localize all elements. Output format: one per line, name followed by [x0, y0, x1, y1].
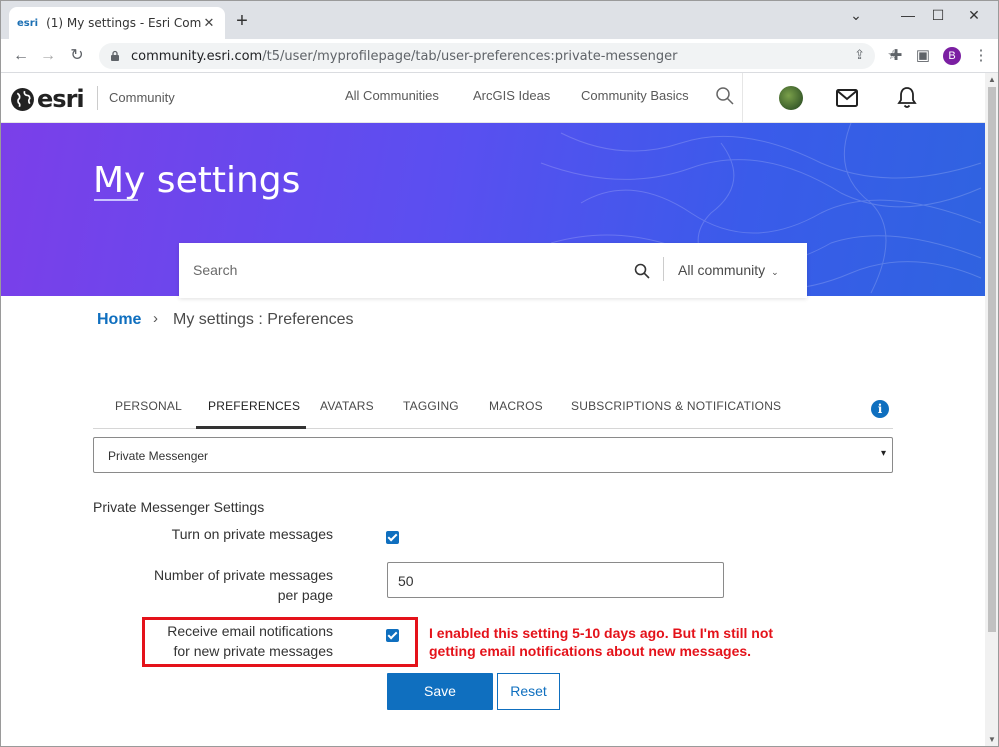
page-scrollbar[interactable]: ▲ ▼ — [985, 73, 998, 746]
browser-toolbar: ← → ↻ community.esri.com/t5/user/myprofi… — [1, 39, 998, 73]
reset-button[interactable]: Reset — [497, 673, 560, 710]
settings-tabs: PERSONAL PREFERENCES AVATARS TAGGING MAC… — [93, 391, 893, 429]
search-icon[interactable] — [634, 263, 650, 279]
page-title: My settings — [93, 160, 301, 201]
annotation-line1: I enabled this setting 5-10 days ago. Bu… — [429, 625, 774, 641]
tab-search-chevron-icon[interactable]: ⌄ — [841, 5, 871, 25]
per-page-label-line1: Number of private messages — [154, 567, 333, 583]
scroll-up-icon[interactable]: ▲ — [987, 75, 997, 84]
logo-divider — [97, 86, 98, 110]
minimize-icon[interactable]: — — [893, 5, 923, 25]
info-icon[interactable]: i — [871, 400, 889, 418]
tab-preferences[interactable]: PREFERENCES — [208, 399, 300, 413]
esri-logo[interactable]: esri — [10, 85, 85, 113]
save-button[interactable]: Save — [387, 673, 493, 710]
nav-arcgis-ideas[interactable]: ArcGIS Ideas — [473, 88, 550, 103]
search-input[interactable]: Search — [193, 262, 237, 278]
tab-title: (1) My settings - Esri Community — [46, 16, 201, 30]
tab-personal[interactable]: PERSONAL — [115, 399, 182, 413]
side-panel-icon[interactable]: ▣ — [913, 46, 933, 66]
tab-subscriptions-notifications[interactable]: SUBSCRIPTIONS & NOTIFICATIONS — [571, 399, 781, 413]
browser-tab[interactable]: esri (1) My settings - Esri Community ✕ — [9, 7, 225, 39]
esri-favicon-icon: esri — [17, 17, 39, 29]
select-value: Private Messenger — [108, 449, 209, 463]
tab-macros[interactable]: MACROS — [489, 399, 543, 413]
search-scope-dropdown[interactable]: All community ⌄ — [678, 262, 779, 278]
url-host: community.esri.com — [131, 48, 263, 64]
lock-icon — [111, 50, 119, 61]
extensions-icon[interactable]: ✚ — [886, 46, 906, 66]
scroll-down-icon[interactable]: ▼ — [987, 735, 997, 744]
per-page-label: Number of private messages per page — [111, 565, 333, 605]
site-header: esri Community All Communities ArcGIS Id… — [1, 73, 985, 123]
mail-icon[interactable] — [836, 89, 858, 107]
chevron-down-icon: ▾ — [880, 448, 886, 459]
header-divider — [742, 73, 743, 123]
community-label[interactable]: Community — [109, 90, 175, 105]
active-tab-indicator — [196, 426, 306, 429]
nav-community-basics[interactable]: Community Basics — [581, 88, 689, 103]
breadcrumb-current: My settings : Preferences — [173, 311, 354, 328]
annotation-text: I enabled this setting 5-10 days ago. Bu… — [429, 624, 773, 660]
tab-avatars[interactable]: AVATARS — [320, 399, 374, 413]
preferences-section-select[interactable]: Private Messenger ▾ — [93, 437, 893, 473]
url-path: /t5/user/myprofilepage/tab/user-preferen… — [262, 48, 678, 64]
turn-on-pm-label: Turn on private messages — [171, 526, 333, 542]
back-icon[interactable]: ← — [10, 45, 32, 67]
per-page-label-line2: per page — [277, 587, 333, 603]
address-bar[interactable]: community.esri.com/t5/user/myprofilepage… — [99, 43, 899, 69]
turn-on-pm-checkbox[interactable] — [386, 531, 399, 544]
search-icon[interactable] — [715, 86, 735, 106]
title-underline — [94, 199, 138, 201]
forward-icon[interactable]: → — [37, 45, 59, 67]
reload-icon[interactable]: ↻ — [66, 45, 88, 67]
search-divider — [663, 257, 664, 281]
annotation-highlight-box — [142, 617, 418, 667]
browser-window: esri (1) My settings - Esri Community ✕ … — [0, 0, 999, 747]
tab-tagging[interactable]: TAGGING — [403, 399, 459, 413]
user-avatar[interactable] — [779, 86, 803, 110]
page: esri Community All Communities ArcGIS Id… — [1, 73, 985, 746]
annotation-line2: getting email notifications about new me… — [429, 643, 752, 659]
maximize-icon[interactable]: ☐ — [923, 5, 953, 25]
search-scope-label: All community — [678, 262, 766, 278]
scrollbar-thumb[interactable] — [988, 87, 996, 632]
per-page-input[interactable]: 50 — [387, 562, 724, 598]
profile-avatar[interactable]: B — [943, 47, 961, 65]
search-bar[interactable]: Search All community ⌄ — [179, 243, 807, 298]
tab-strip: esri (1) My settings - Esri Community ✕ … — [1, 1, 998, 39]
browser-menu-icon[interactable]: ⋮ — [971, 46, 991, 66]
per-page-value: 50 — [398, 573, 414, 589]
chevron-down-icon: ⌄ — [771, 267, 779, 277]
nav-all-communities[interactable]: All Communities — [345, 88, 439, 103]
new-tab-icon[interactable]: + — [233, 11, 251, 31]
bell-icon[interactable] — [897, 86, 917, 109]
share-icon[interactable]: ⇪ — [854, 47, 865, 63]
breadcrumb-home[interactable]: Home — [97, 311, 141, 329]
close-tab-icon[interactable]: ✕ — [201, 15, 217, 31]
globe-icon — [11, 87, 34, 111]
settings-heading: Private Messenger Settings — [93, 499, 265, 515]
chevron-right-icon: › — [153, 310, 158, 327]
brand-wordmark: esri — [37, 85, 85, 113]
close-window-icon[interactable]: ✕ — [959, 5, 989, 25]
